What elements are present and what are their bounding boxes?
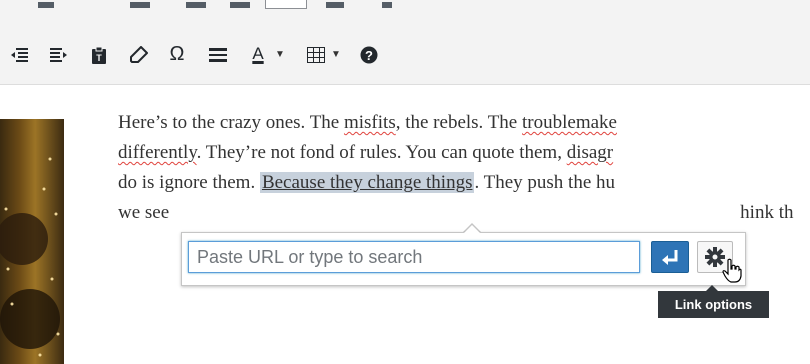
link-options-tooltip: Link options — [658, 291, 769, 318]
outdent-icon[interactable] — [6, 42, 32, 66]
table-icon[interactable] — [303, 42, 329, 66]
content-line-1: Here’s to the crazy ones. The misfits, t… — [118, 108, 810, 138]
toolbar-partial-button[interactable] — [265, 0, 307, 9]
spellcheck-word: troublemake — [522, 112, 617, 133]
text-run: . They’re not fond of rules. You can quo… — [196, 142, 567, 163]
toolbar-partial-button[interactable] — [186, 2, 206, 8]
hand-cursor-icon — [722, 258, 742, 289]
spellcheck-word: misfits — [343, 112, 396, 133]
toolbar-partial-button[interactable] — [230, 2, 250, 8]
table-dropdown-arrow[interactable]: ▼ — [331, 49, 341, 60]
spellcheck-word: differently — [118, 142, 197, 163]
indent-icon[interactable] — [46, 42, 72, 66]
text-run: . They push the hu — [474, 172, 616, 193]
toolbar-partial-button[interactable] — [130, 2, 150, 8]
help-icon[interactable]: ? — [356, 42, 382, 66]
horizontal-line-icon[interactable] — [205, 42, 231, 66]
toolbar-partial-button[interactable] — [326, 2, 344, 8]
enter-arrow-icon — [662, 250, 678, 265]
content-line-2: differently. They’re not fond of rules. … — [118, 138, 810, 168]
toolbar-partial-button[interactable] — [382, 2, 392, 8]
text-run: we see — [118, 202, 170, 223]
special-character-icon[interactable]: Ω — [164, 42, 190, 66]
text-run: Here’s to the crazy ones. The — [118, 112, 344, 133]
clear-formatting-icon[interactable] — [126, 42, 152, 66]
text-run: , the rebels. The — [395, 112, 522, 133]
text-run: do is ignore them. — [118, 172, 260, 193]
toolbar-row-top — [0, 0, 810, 14]
toolbar-row-2: T Ω A ▼ ▼ ? — [0, 33, 810, 73]
apply-link-button[interactable] — [651, 241, 689, 273]
text-color-icon[interactable]: A — [245, 42, 271, 66]
selected-link-text[interactable]: Because they change things — [259, 172, 475, 193]
content-line-3: do is ignore them. Because they change t… — [118, 168, 810, 198]
paste-as-text-icon[interactable]: T — [86, 42, 112, 66]
toolbar-partial-button[interactable] — [38, 2, 54, 8]
text-run: hink th — [740, 202, 794, 223]
svg-text:T: T — [96, 53, 102, 63]
post-image[interactable] — [0, 119, 64, 364]
spellcheck-word: disagr — [566, 142, 614, 163]
editor-content[interactable]: Here’s to the crazy ones. The misfits, t… — [118, 108, 810, 228]
svg-text:?: ? — [365, 48, 373, 63]
text-color-dropdown-arrow[interactable]: ▼ — [275, 49, 285, 60]
editor-toolbar: T Ω A ▼ ▼ ? — [0, 0, 810, 85]
popup-arrow-inner — [464, 225, 480, 233]
url-search-input[interactable]: Paste URL or type to search — [188, 241, 640, 273]
